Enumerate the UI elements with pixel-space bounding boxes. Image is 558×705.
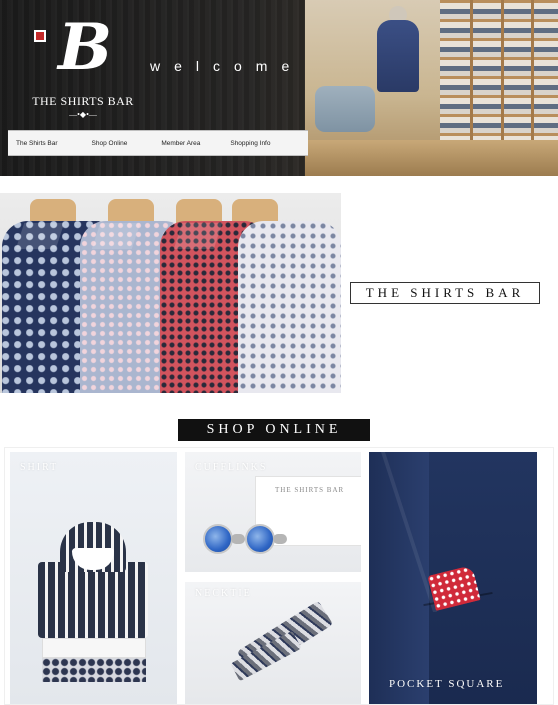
red-square-icon xyxy=(34,30,46,42)
shop-online-heading[interactable]: SHOP ONLINE xyxy=(178,419,370,441)
white-shirt-fold xyxy=(42,638,146,658)
striped-shirt-body xyxy=(38,562,148,638)
nav-item-member-area[interactable]: Member Area xyxy=(161,140,200,147)
cufflink-icon xyxy=(245,524,275,554)
store-interior-photo xyxy=(305,0,558,176)
welcome-text: welcome xyxy=(150,58,304,74)
category-label-cufflinks: CUFFLINKS xyxy=(195,462,268,473)
brand-ornament: —•◆•— xyxy=(69,110,97,119)
category-label-pocket-square: POCKET SQUARE xyxy=(389,678,505,690)
banner-title: THE SHIRTS BAR xyxy=(350,282,540,304)
suit-lapel xyxy=(369,452,429,704)
site-header: B THE SHIRTS BAR —•◆•— welcome The Shirt… xyxy=(0,0,558,176)
floral-shirt-fold xyxy=(42,658,146,682)
armchair xyxy=(315,86,375,132)
folded-shirts-image xyxy=(38,522,148,682)
shirt-collar xyxy=(91,223,141,249)
white-floral-shirt xyxy=(238,221,341,393)
nav-item-the-shirts-bar[interactable]: The Shirts Bar xyxy=(16,140,58,147)
cufflinks-card-text: THE SHIRTS BAR xyxy=(275,486,345,494)
category-tile-cufflinks[interactable]: THE SHIRTS BAR CUFFLINKS xyxy=(185,452,361,572)
mannequin-suit xyxy=(377,20,419,92)
category-tile-necktie[interactable]: NECKTIE xyxy=(185,582,361,704)
brand-name: THE SHIRTS BAR xyxy=(32,94,134,108)
cufflink-post xyxy=(231,534,245,544)
category-tile-pocket-square[interactable]: POCKET SQUARE xyxy=(369,452,537,704)
cufflink-icon xyxy=(203,524,233,554)
category-label-necktie: NECKTIE xyxy=(195,588,252,599)
category-tile-shirt[interactable]: SHIRT xyxy=(10,452,177,704)
logo-letter: B xyxy=(58,10,113,85)
store-floor xyxy=(305,140,558,176)
nav-item-shopping-info[interactable]: Shopping Info xyxy=(230,140,270,147)
pocket-square-image xyxy=(427,564,481,612)
shirts-on-hangers-photo xyxy=(0,193,341,393)
shirt-collar xyxy=(173,223,223,249)
brand-logo[interactable]: B THE SHIRTS BAR —•◆•— xyxy=(28,10,138,119)
cufflink-post xyxy=(273,534,287,544)
main-nav: The Shirts Bar Shop Online Member Area S… xyxy=(8,130,308,156)
shirt-collar xyxy=(15,223,65,249)
category-label-shirt: SHIRT xyxy=(20,462,59,473)
nav-item-shop-online[interactable]: Shop Online xyxy=(92,140,128,147)
